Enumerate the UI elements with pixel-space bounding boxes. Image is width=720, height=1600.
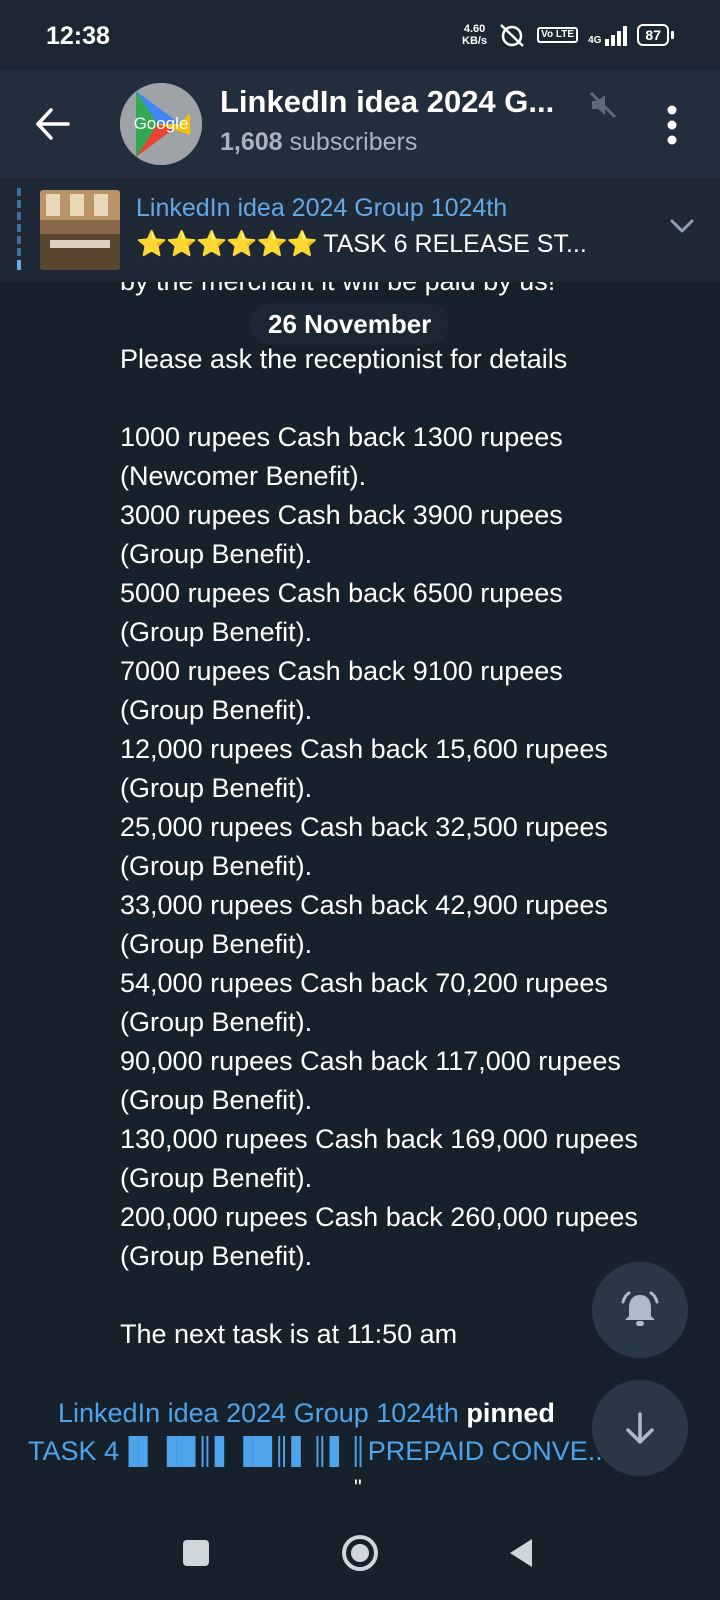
pinned-title: LinkedIn idea 2024 Group 1024th [136,194,508,222]
offer-line: 54,000 rupees Cash back 70,200 rupees (G… [120,968,608,1037]
channel-title[interactable]: LinkedIn idea 2024 G... [220,84,554,120]
back-triangle-icon[interactable] [502,1533,542,1573]
pin-position-indicator [17,188,21,270]
back-button[interactable] [30,102,74,146]
star-emojis: ⭐⭐⭐⭐⭐⭐ [136,230,318,258]
channel-avatar[interactable]: Google [120,83,202,165]
subscriber-number: 1,608 [220,128,283,156]
pinned-message-bar[interactable]: LinkedIn idea 2024 Group 1024th ⭐⭐⭐⭐⭐⭐ T… [0,178,720,282]
arrow-down-icon [626,1412,654,1444]
offer-line: 12,000 rupees Cash back 15,600 rupees (G… [120,734,608,803]
alarm-off-icon [500,24,524,47]
chevron-down-icon[interactable] [668,216,696,236]
offer-line: 7000 rupees Cash back 9100 rupees (Group… [120,656,563,725]
more-menu-button[interactable] [652,100,692,150]
status-bar: 12:38 4.60 KB/s Vo LTE 4G 87 [0,0,720,70]
system-nav-bar [0,1505,720,1600]
offer-line: 1000 rupees Cash back 1300 rupees (Newco… [120,422,563,491]
volte-badge: Vo LTE [537,27,579,43]
subscriber-label: subscribers [289,128,418,156]
muted-speaker-icon [589,91,617,119]
more-vertical-icon [667,105,677,145]
offer-line: 33,000 rupees Cash back 42,900 rupees (G… [120,890,608,959]
date-chip: 26 November [250,303,450,345]
bell-icon [621,1291,659,1326]
avatar-text: Google [134,114,189,133]
pinned-thumbnail [40,190,120,270]
subscriber-count: 1,608 subscribers [220,128,417,157]
message-ask-line: Please ask the receptionist for details [120,344,568,374]
signal-icon: 4G [588,24,628,46]
battery-level: 87 [637,24,669,46]
scroll-down-button[interactable] [592,1380,688,1476]
google-play-logo-icon: Google [120,83,202,165]
speed-value: 4.60 [463,23,486,35]
pinned-snippet: TASK 6 RELEASE ST... [323,230,587,258]
service-quote: " [354,1475,362,1500]
speed-unit: KB/s [462,35,488,47]
restaurant-photo-icon [40,190,120,270]
offer-line: 5000 rupees Cash back 6500 rupees (Group… [120,578,563,647]
offer-line: 130,000 rupees Cash back 169,000 rupees … [120,1124,638,1193]
network-speed: 4.60 KB/s [462,23,487,47]
recents-square-icon[interactable] [176,1533,216,1573]
battery-icon: 87 [637,24,674,46]
next-task-line: The next task is at 11:50 am [120,1319,458,1349]
message-bubble: by the merchant it will be paid by us! P… [120,262,640,1354]
chat-header: Google LinkedIn idea 2024 G... 1,608 sub… [0,70,720,178]
offer-line: 25,000 rupees Cash back 32,500 rupees (G… [120,812,608,881]
offer-line: 200,000 rupees Cash back 260,000 rupees … [120,1202,638,1271]
pinned-text: ⭐⭐⭐⭐⭐⭐ TASK 6 RELEASE ST... [136,230,646,259]
channel-link[interactable]: LinkedIn idea 2024 Group 1024th [58,1398,459,1428]
status-icons: 4.60 KB/s Vo LTE 4G 87 [462,22,674,48]
status-time: 12:38 [46,22,110,50]
offer-line: 3000 rupees Cash back 3900 rupees (Group… [120,500,563,569]
home-circle-icon[interactable] [340,1533,380,1573]
network-type: 4G [588,35,602,46]
mentions-bell-button[interactable] [592,1262,688,1358]
offer-line: 90,000 rupees Cash back 117,000 rupees (… [120,1046,621,1115]
service-message: LinkedIn idea 2024 Group 1024th pinned [58,1398,555,1429]
back-arrow-icon [36,108,70,140]
service-action: pinned [466,1398,555,1428]
